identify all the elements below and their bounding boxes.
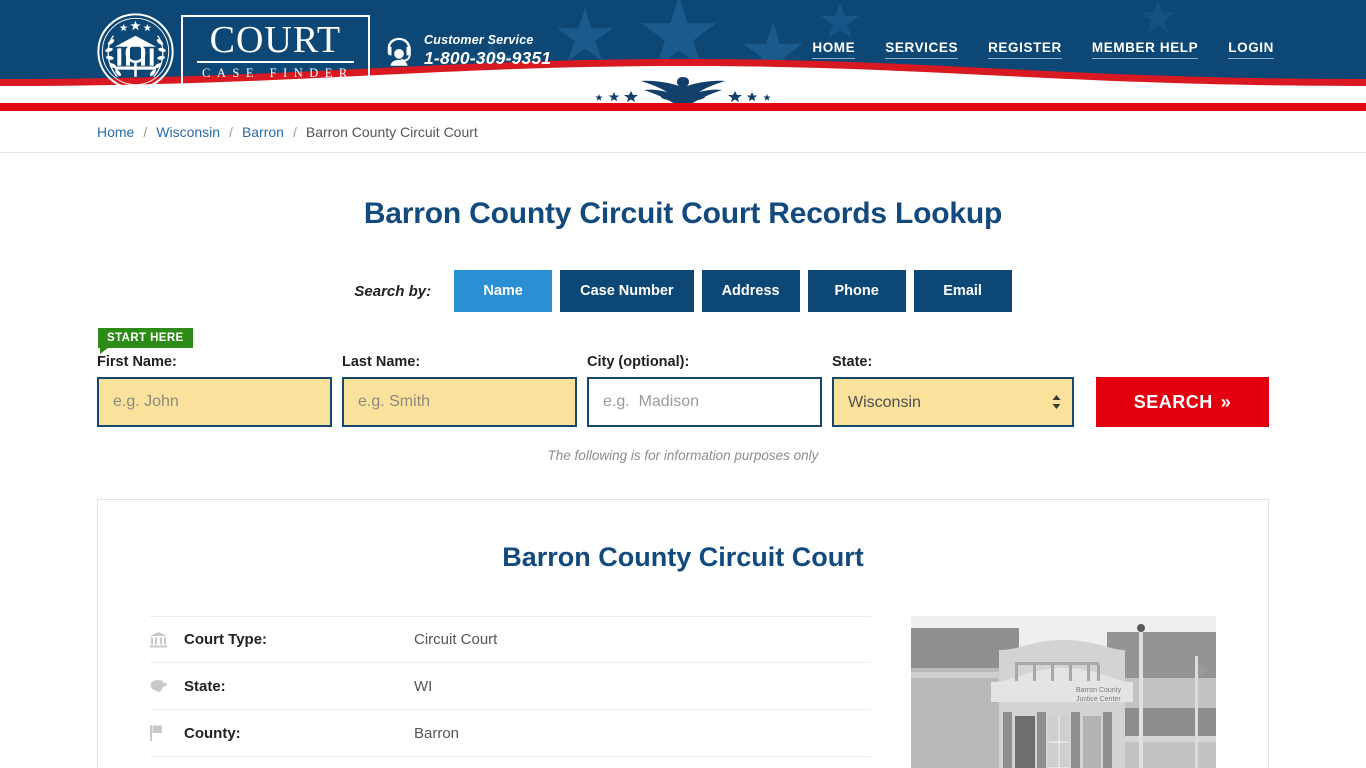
county-label: County: — [184, 725, 414, 742]
table-row: Court Type: Circuit Court — [150, 616, 871, 663]
city-input[interactable] — [587, 377, 822, 427]
double-chevron-right-icon: » — [1221, 392, 1232, 413]
state-row-value: WI — [414, 678, 432, 695]
eagle-icon — [583, 73, 783, 103]
search-by-label: Search by: — [354, 283, 431, 300]
court-card-title: Barron County Circuit Court — [150, 542, 1216, 573]
first-name-field-group: First Name: — [97, 354, 332, 427]
city-label: City (optional): — [587, 354, 822, 370]
court-seal-icon — [96, 12, 175, 91]
tab-phone[interactable]: Phone — [808, 270, 906, 312]
svg-text:Justice Center: Justice Center — [1076, 696, 1121, 703]
court-type-label: Court Type: — [184, 631, 414, 648]
main-content: Barron County Circuit Court Records Look… — [0, 153, 1366, 768]
us-map-icon — [150, 679, 184, 693]
disclaimer-note: The following is for information purpose… — [0, 448, 1366, 463]
tab-email[interactable]: Email — [914, 270, 1012, 312]
main-nav: HOME SERVICES REGISTER MEMBER HELP LOGIN — [812, 40, 1274, 59]
county-value: Barron — [414, 725, 459, 742]
breadcrumb-separator: / — [143, 124, 147, 140]
breadcrumb-item-current: Barron County Circuit Court — [306, 124, 478, 140]
nav-item-home[interactable]: HOME — [812, 40, 855, 59]
site-logo[interactable]: COURT CASE FINDER — [96, 12, 370, 91]
court-info-table: Court Type: Circuit Court State: WI — [150, 616, 871, 768]
header-red-divider — [0, 103, 1366, 111]
last-name-label: Last Name: — [342, 354, 577, 370]
site-header: COURT CASE FINDER Customer Service 1-800… — [0, 0, 1366, 103]
start-here-badge: START HERE — [98, 328, 193, 348]
customer-service-block[interactable]: Customer Service 1-800-309-9351 — [384, 33, 551, 69]
nav-item-member-help[interactable]: MEMBER HELP — [1092, 40, 1198, 59]
table-row: State: WI — [150, 663, 871, 710]
search-button-label: SEARCH — [1134, 392, 1213, 413]
breadcrumb-item-home[interactable]: Home — [97, 124, 134, 140]
customer-service-phone[interactable]: 1-800-309-9351 — [424, 48, 551, 69]
flag-icon — [150, 725, 184, 741]
breadcrumb-item-wisconsin[interactable]: Wisconsin — [156, 124, 220, 140]
nav-item-services[interactable]: SERVICES — [885, 40, 958, 59]
court-type-value: Circuit Court — [414, 631, 497, 648]
last-name-input[interactable] — [342, 377, 577, 427]
search-by-tabs: Search by: Name Case Number Address Phon… — [0, 270, 1366, 312]
tab-name[interactable]: Name — [454, 270, 552, 312]
first-name-input[interactable] — [97, 377, 332, 427]
logo-title: COURT — [197, 21, 354, 63]
customer-service-label: Customer Service — [424, 33, 551, 47]
first-name-label: First Name: — [97, 354, 332, 370]
search-form: START HERE First Name: Last Name: City (… — [97, 329, 1269, 427]
state-label: State: — [832, 354, 1074, 370]
breadcrumb-separator: / — [293, 124, 297, 140]
logo-subtitle: CASE FINDER — [197, 63, 354, 81]
state-row-label: State: — [184, 678, 414, 695]
state-select[interactable]: Wisconsin — [832, 377, 1074, 427]
breadcrumb: Home / Wisconsin / Barron / Barron Count… — [0, 111, 1366, 153]
tab-address[interactable]: Address — [702, 270, 800, 312]
building-label: Barron County — [1076, 687, 1122, 694]
search-button[interactable]: SEARCH » — [1096, 377, 1269, 427]
table-row: County: Barron — [150, 710, 871, 757]
state-field-group: State: Wisconsin — [832, 354, 1074, 427]
headset-support-icon — [384, 35, 414, 67]
breadcrumb-item-barron[interactable]: Barron — [242, 124, 284, 140]
nav-item-login[interactable]: LOGIN — [1228, 40, 1274, 59]
city-field-group: City (optional): — [587, 354, 822, 427]
courthouse-photo: Barron County Justice Center — [911, 616, 1216, 768]
tab-case-number[interactable]: Case Number — [560, 270, 693, 312]
breadcrumb-separator: / — [229, 124, 233, 140]
page-title: Barron County Circuit Court Records Look… — [0, 197, 1366, 231]
court-info-card: Barron County Circuit Court C — [97, 499, 1269, 768]
bank-icon — [150, 632, 184, 648]
nav-item-register[interactable]: REGISTER — [988, 40, 1062, 59]
last-name-field-group: Last Name: — [342, 354, 577, 427]
